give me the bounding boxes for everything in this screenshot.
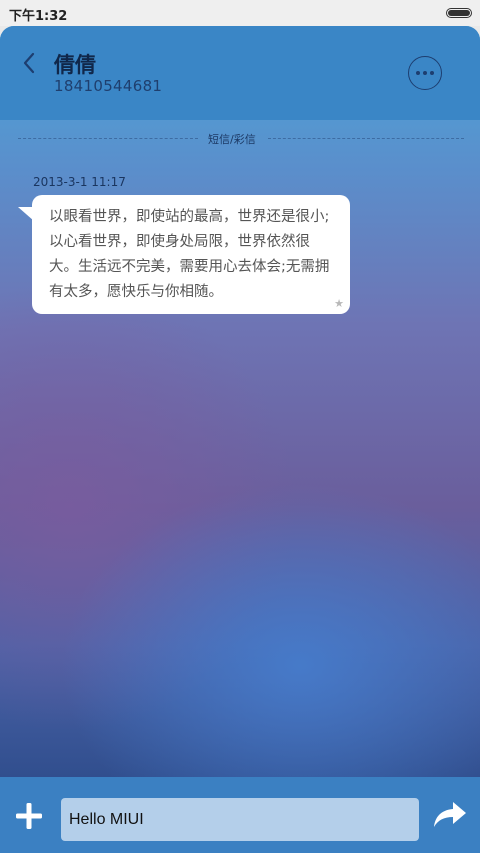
received-message-bubble[interactable]: 以眼看世界，即使站的最高，世界还是很小;以心看世界，即使身处局限，世界依然很大。… xyxy=(32,195,350,314)
battery-icon xyxy=(446,8,472,18)
back-chevron-icon xyxy=(23,52,35,74)
send-arrow-icon xyxy=(434,802,466,827)
status-bar: 下午1:32 xyxy=(0,0,480,26)
status-time: 下午1:32 xyxy=(9,9,68,24)
contact-name: 倩倩 xyxy=(54,53,96,77)
divider-label: 短信/彩信 xyxy=(208,133,256,146)
add-attachment-button[interactable] xyxy=(14,801,44,831)
message-input[interactable] xyxy=(61,798,419,841)
phone-screen: 下午1:32 倩倩 18410544681 短信/彩信 2013-3-1 11:… xyxy=(0,0,480,853)
send-button[interactable] xyxy=(432,799,468,831)
message-text: 以眼看世界，即使站的最高，世界还是很小;以心看世界，即使身处局限，世界依然很大。… xyxy=(49,209,330,300)
sms-conversation-window: 倩倩 18410544681 短信/彩信 2013-3-1 11:17 以眼看世… xyxy=(0,26,480,853)
battery-level xyxy=(448,10,470,16)
star-icon[interactable]: ★ xyxy=(334,297,344,310)
more-options-button[interactable] xyxy=(408,56,442,90)
conversation-header: 倩倩 18410544681 xyxy=(0,26,480,120)
compose-bar xyxy=(0,777,480,853)
more-options-icon xyxy=(416,71,420,75)
plus-icon xyxy=(16,803,42,829)
contact-number: 18410544681 xyxy=(54,77,163,95)
back-button[interactable] xyxy=(14,48,44,78)
message-type-divider: 短信/彩信 xyxy=(18,130,464,146)
message-timestamp: 2013-3-1 11:17 xyxy=(33,175,126,189)
